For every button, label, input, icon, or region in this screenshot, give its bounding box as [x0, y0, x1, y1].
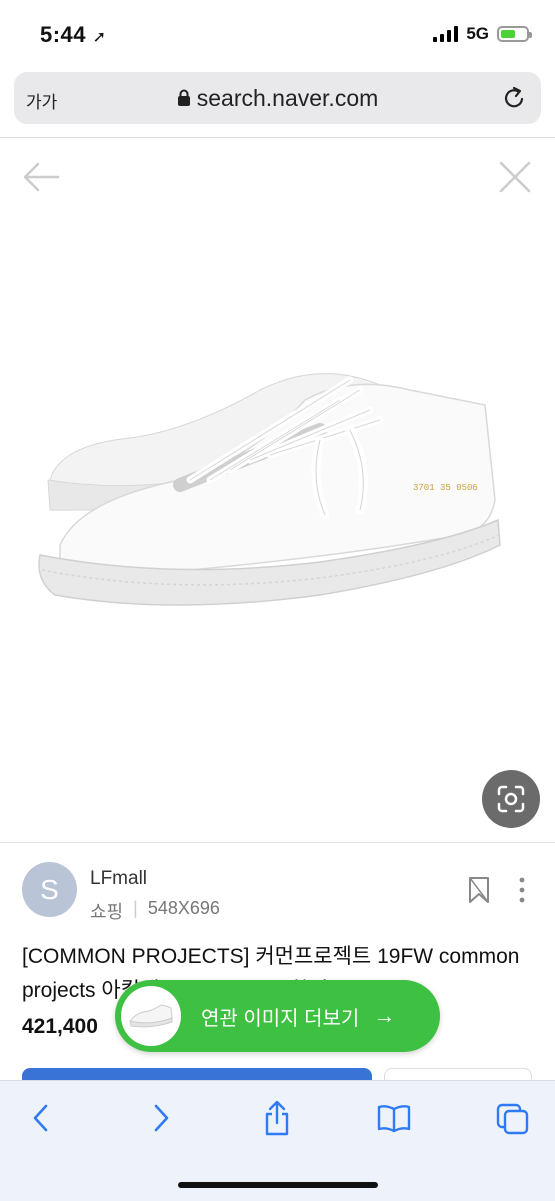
source-name[interactable]: LFmall — [90, 868, 147, 890]
signal-icon — [433, 26, 459, 42]
back-arrow-icon[interactable] — [22, 160, 60, 194]
close-icon[interactable] — [498, 160, 532, 194]
source-meta: 쇼핑 | 548X696 — [90, 898, 220, 924]
shoe-thumbnail-icon — [129, 1004, 173, 1028]
meta-separator: | — [133, 898, 138, 918]
svg-text:3701 35 0506: 3701 35 0506 — [413, 483, 478, 493]
divider — [0, 842, 555, 843]
product-price: 421,400 — [22, 1015, 98, 1038]
related-images-button[interactable]: 연관 이미지 더보기 → — [115, 980, 440, 1052]
image-search-button[interactable] — [482, 770, 540, 828]
related-images-label: 연관 이미지 더보기 — [201, 1007, 360, 1030]
network-label: 5G — [466, 24, 489, 43]
camera-lens-icon — [497, 785, 525, 813]
divider — [0, 137, 555, 138]
product-image[interactable]: 3701 35 0506 — [20, 330, 540, 660]
reload-icon[interactable] — [503, 85, 527, 111]
related-thumbnail — [121, 986, 181, 1046]
arrow-right-icon: → — [373, 1003, 396, 1028]
status-indicators: 5G — [433, 24, 532, 44]
source-category: 쇼핑 — [90, 902, 124, 922]
address-bar[interactable]: 가가 search.naver.com — [14, 72, 541, 124]
bookmark-icon[interactable] — [467, 876, 491, 904]
bookmarks-icon[interactable] — [376, 1103, 412, 1133]
time-text: 5:44 — [40, 22, 87, 47]
lock-icon — [177, 89, 190, 106]
url-text: search.naver.com — [196, 85, 379, 111]
source-avatar[interactable]: S — [22, 862, 77, 917]
url-display[interactable]: search.naver.com — [14, 85, 541, 112]
more-options-icon[interactable] — [514, 876, 530, 904]
tabs-icon[interactable] — [496, 1103, 530, 1135]
status-time: 5:44 ➚ — [40, 22, 107, 48]
battery-icon — [497, 26, 532, 42]
home-indicator — [178, 1182, 378, 1188]
location-arrow-icon: ➚ — [92, 29, 107, 46]
back-icon[interactable] — [28, 1103, 54, 1133]
image-dimensions: 548X696 — [147, 898, 220, 918]
forward-icon[interactable] — [148, 1103, 174, 1133]
share-icon[interactable] — [262, 1099, 292, 1137]
